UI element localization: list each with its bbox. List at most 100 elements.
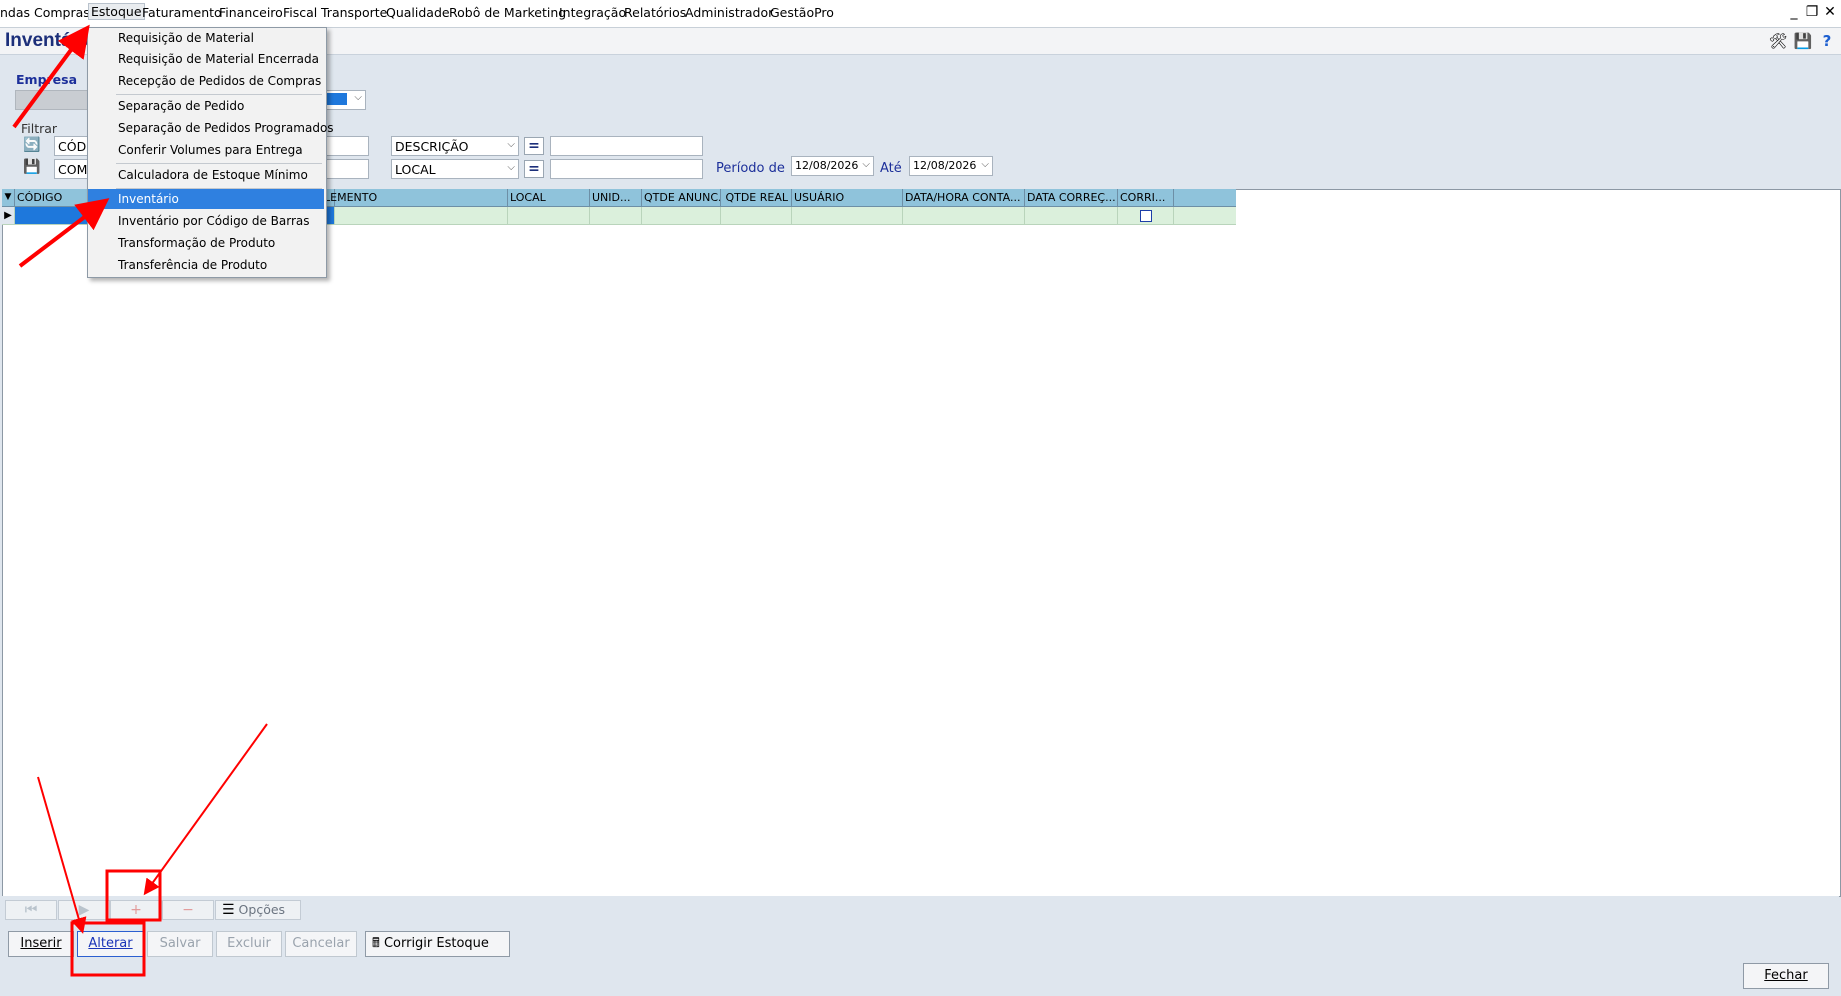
cell-usuario[interactable] — [792, 207, 903, 224]
menu-item-transformacao-produto[interactable]: Transformação de Produto — [88, 233, 324, 253]
filter-field-2[interactable]: COM — [54, 159, 88, 179]
menu-separator — [116, 94, 322, 95]
menu-robo-marketing[interactable]: Robô de Marketing — [449, 5, 566, 20]
add-record-icon[interactable]: + — [110, 900, 162, 920]
excluir-button[interactable]: Excluir — [216, 931, 282, 957]
col-usuario[interactable]: USUÁRIO — [792, 189, 903, 206]
menu-item-separacao-pedido[interactable]: Separação de Pedido — [88, 96, 324, 116]
filter-value-1[interactable] — [550, 136, 703, 156]
grid-menu-icon[interactable]: ▼ — [2, 189, 15, 206]
menu-transporte[interactable]: Transporte — [321, 5, 387, 20]
corrigido-checkbox[interactable] — [1140, 210, 1152, 222]
estoque-dropdown-menu: Requisição de Material Requisição de Mat… — [87, 27, 334, 278]
minimize-icon[interactable]: _ — [1786, 3, 1802, 21]
chevron-down-icon: ⌵ — [981, 159, 989, 170]
help-icon[interactable]: ? — [1817, 31, 1837, 51]
filter-column-select-1[interactable]: DESCRIÇÃO ⌵ — [391, 136, 519, 156]
cell-complemento[interactable] — [322, 207, 508, 224]
filter-column-select-2[interactable]: LOCAL ⌵ — [391, 159, 519, 179]
ate-label: Até — [880, 161, 902, 176]
next-record-icon[interactable]: ▶ — [58, 900, 110, 920]
inserir-button[interactable]: Inserir — [8, 931, 74, 957]
menubar: ndas Compras Estoque Faturamento Finance… — [0, 0, 1841, 28]
menu-qualidade[interactable]: Qualidade — [386, 5, 450, 20]
menu-lines-icon: ☰ — [222, 902, 235, 918]
menu-administrador[interactable]: Administrador — [685, 5, 773, 20]
fechar-button[interactable]: Fechar — [1743, 963, 1829, 989]
menu-gestaopro[interactable]: GestãoPro — [770, 5, 834, 20]
menu-item-calculadora-estoque[interactable]: Calculadora de Estoque Mínimo — [88, 165, 324, 185]
corrigir-estoque-button[interactable]: 🖩 Corrigir Estoque — [365, 931, 510, 957]
calculator-icon: 🖩 — [372, 936, 380, 951]
corrigir-estoque-label: Corrigir Estoque — [383, 936, 489, 951]
data-grid[interactable] — [2, 189, 1841, 897]
operator-button-1[interactable]: = — [524, 137, 544, 155]
periodo-de-date[interactable]: 12/08/2026 ⌵ — [791, 156, 874, 176]
filter-column-value-2: LOCAL — [395, 162, 436, 177]
cell-blank — [1174, 207, 1236, 224]
cell-corrigido[interactable] — [1118, 207, 1174, 224]
cell-qtde-anunc[interactable] — [642, 207, 721, 224]
filter-save-icon[interactable]: 💾 — [23, 159, 40, 175]
cell-qtde-real[interactable] — [721, 207, 792, 224]
menu-item-recepcao-pedidos[interactable]: Recepção de Pedidos de Compras — [88, 71, 324, 91]
empresa-label: Empresa — [16, 72, 78, 87]
alterar-button[interactable]: Alterar — [77, 931, 144, 957]
cancelar-button[interactable]: Cancelar — [285, 931, 357, 957]
cell-unidade[interactable] — [590, 207, 642, 224]
menu-item-conferir-volumes[interactable]: Conferir Volumes para Entrega — [88, 140, 324, 160]
col-data-correcao[interactable]: DATA CORREÇ... — [1025, 189, 1118, 206]
close-icon[interactable]: ✕ — [1822, 3, 1838, 21]
tools-icon[interactable]: 🛠 — [1768, 31, 1788, 51]
menu-item-separacao-programados[interactable]: Separação de Pedidos Programados — [88, 118, 334, 138]
menu-item-requisicao-encerrada[interactable]: Requisição de Material Encerrada — [88, 49, 324, 69]
col-complemento[interactable]: LEMENTO — [322, 189, 508, 206]
menu-relatorios[interactable]: Relatórios — [624, 5, 686, 20]
menu-item-requisicao-material[interactable]: Requisição de Material — [88, 28, 324, 48]
col-qtde-real[interactable]: QTDE REAL — [721, 189, 792, 206]
salvar-button[interactable]: Salvar — [147, 931, 213, 957]
chevron-down-icon: ⌵ — [507, 162, 515, 173]
menu-item-transferencia-produto[interactable]: Transferência de Produto — [88, 255, 324, 275]
page-title: Inventário — [5, 30, 96, 51]
periodo-ate-date[interactable]: 12/08/2026 ⌵ — [909, 156, 993, 176]
save-icon[interactable]: 💾 — [1793, 31, 1813, 51]
menu-separator — [116, 163, 322, 164]
chevron-down-icon: ⌵ — [507, 139, 515, 150]
filter-blank-1[interactable] — [325, 136, 369, 156]
col-qtde-anunc[interactable]: QTDE ANUNC. — [642, 189, 721, 206]
col-corrigido[interactable]: CORRI... — [1118, 189, 1174, 206]
first-record-icon[interactable]: ⏮ — [5, 900, 57, 920]
empresa-field[interactable] — [15, 90, 89, 110]
cell-data-correcao[interactable] — [1025, 207, 1118, 224]
menu-vendas[interactable]: ndas — [0, 5, 30, 20]
cell-data-hora[interactable] — [903, 207, 1025, 224]
filter-column-value-1: DESCRIÇÃO — [395, 139, 469, 154]
col-local[interactable]: LOCAL — [508, 189, 590, 206]
row-indicator-icon: ▶ — [2, 207, 15, 224]
col-blank — [1174, 189, 1236, 206]
menu-faturamento[interactable]: Faturamento — [142, 5, 222, 20]
periodo-de-value: 12/08/2026 — [795, 159, 859, 172]
opcoes-button[interactable]: ☰ Opções — [215, 900, 301, 920]
remove-record-icon[interactable]: − — [162, 900, 214, 920]
filter-value-2[interactable] — [550, 159, 703, 179]
menu-fiscal[interactable]: Fiscal — [283, 5, 317, 20]
operator-button-2[interactable]: = — [524, 160, 544, 178]
menu-compras[interactable]: Compras — [34, 5, 90, 20]
menu-estoque[interactable]: Estoque — [88, 3, 145, 20]
filter-field-1[interactable]: CÓD — [54, 136, 88, 156]
menu-financeiro[interactable]: Financeiro — [219, 5, 283, 20]
menu-item-inventario-codigo-barras[interactable]: Inventário por Código de Barras — [88, 211, 324, 231]
periodo-ate-value: 12/08/2026 — [913, 159, 977, 172]
opcoes-label: Opções — [238, 902, 286, 917]
col-data-hora-contagem[interactable]: DATA/HORA CONTA... — [903, 189, 1025, 206]
filter-blank-2[interactable] — [325, 159, 369, 179]
cell-local[interactable] — [508, 207, 590, 224]
chevron-down-icon: ⌵ — [862, 159, 870, 170]
filter-refresh-icon[interactable]: 🔄 — [23, 137, 40, 153]
menu-integracao[interactable]: Integração — [559, 5, 626, 20]
col-unidade[interactable]: UNID... — [590, 189, 642, 206]
menu-item-inventario[interactable]: Inventário — [88, 189, 324, 209]
restore-icon[interactable]: ❐ — [1804, 3, 1820, 21]
